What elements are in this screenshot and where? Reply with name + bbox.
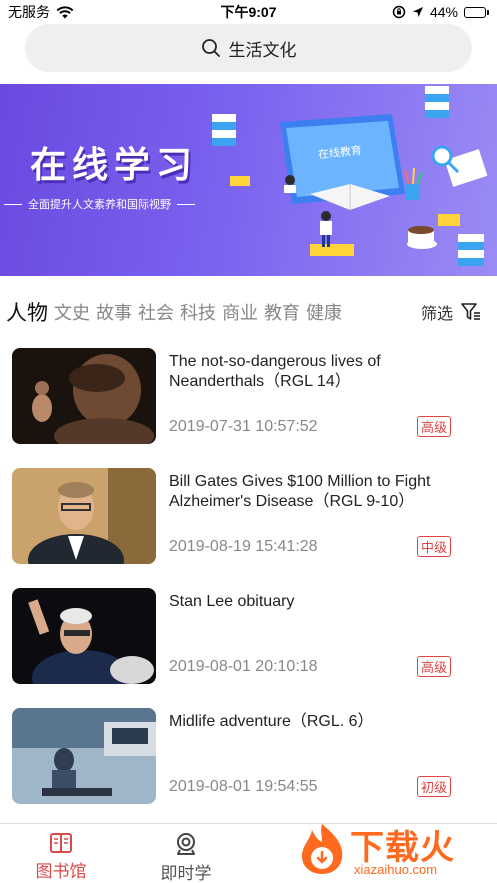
article-thumbnail (12, 588, 156, 684)
status-left: 无服务 (8, 2, 74, 22)
search-label: 生活文化 (228, 40, 297, 60)
location-arrow-icon (412, 7, 423, 17)
flame-logo-icon (302, 824, 343, 874)
tab-people[interactable]: 人物 (6, 297, 48, 327)
level-badge: 高级 (417, 656, 451, 677)
battery-percent: 44% (429, 4, 458, 20)
article-title: Bill Gates Gives $100 Million to Fight A… (169, 473, 431, 510)
watermark-url: xiazaihuo.com (354, 862, 438, 877)
article-thumbnail (12, 348, 156, 444)
yellow-block (230, 176, 250, 186)
tab-technology[interactable]: 科技 (180, 299, 216, 325)
orientation-lock-icon (392, 5, 406, 19)
wifi-icon (56, 5, 74, 18)
article-list: The not-so-dangerous lives of Neandertha… (0, 336, 497, 816)
article-title: Midlife adventure（RGL. 6） (169, 713, 374, 730)
banner-title: 在线学习 (30, 145, 199, 186)
book-stack-bottom-right (458, 234, 484, 266)
article-thumbnail (12, 708, 156, 804)
status-right: 44% (392, 4, 489, 20)
watermark-logo: 下载火 xiazaihuo.com (292, 818, 497, 883)
battery-icon (464, 6, 489, 18)
search-icon (201, 39, 220, 57)
category-tabs: 人物 文史 故事 社会 科技 商业 教育 健康 筛选 (0, 292, 497, 332)
filter-icon (461, 303, 480, 320)
article-date: 2019-08-01 20:10:18 (169, 658, 318, 675)
level-badge: 高级 (417, 416, 451, 437)
carrier-label: 无服务 (8, 4, 50, 20)
pencil-cup (404, 167, 423, 200)
book-stack-right (425, 86, 449, 118)
article-item[interactable]: Midlife adventure（RGL. 6） 2019-08-01 19:… (0, 696, 497, 816)
coffee-cup (407, 226, 437, 249)
article-item[interactable]: Bill Gates Gives $100 Million to Fight A… (0, 456, 497, 576)
tab-literature-history[interactable]: 文史 (54, 299, 90, 325)
level-badge: 中级 (417, 536, 451, 557)
yellow-block (310, 244, 354, 256)
tab-stories[interactable]: 故事 (96, 299, 132, 325)
teacher-figure (320, 211, 332, 247)
search-bar[interactable]: 生活文化 (25, 24, 472, 72)
tab-education[interactable]: 教育 (264, 299, 300, 325)
article-item[interactable]: The not-so-dangerous lives of Neandertha… (0, 336, 497, 456)
tab-society[interactable]: 社会 (138, 299, 174, 325)
article-thumbnail (12, 468, 156, 564)
article-date: 2019-08-19 15:41:28 (169, 538, 318, 555)
tabbar-instant-learning-label: 即时学 (160, 864, 212, 883)
banner-subtitle-row: 全面提升人文素养和国际视野 (4, 196, 195, 212)
book-stack-left (212, 114, 236, 146)
article-title: Stan Lee obituary (169, 593, 295, 610)
article-date: 2019-08-01 19:54:55 (169, 778, 318, 795)
promo-banner[interactable]: 在线学习 全面提升人文素养和国际视野 在线教育 (0, 84, 497, 276)
level-badge: 初级 (417, 776, 451, 797)
status-bar: 无服务 下午9:07 44% (0, 0, 497, 24)
tab-health[interactable]: 健康 (306, 299, 342, 325)
online-learning-illustration: 在线教育 (212, 86, 488, 266)
webcam-icon (177, 833, 195, 855)
article-title: The not-so-dangerous lives of Neandertha… (169, 353, 381, 390)
filter-button[interactable]: 筛选 (421, 300, 481, 324)
tabbar-instant-learning[interactable]: 即时学 (136, 832, 236, 883)
article-date: 2019-07-31 10:57:52 (169, 418, 318, 435)
article-item[interactable]: Stan Lee obituary 2019-08-01 20:10:18 高级 (0, 576, 497, 696)
book-icon (50, 833, 72, 853)
yellow-block (438, 214, 460, 226)
tabbar-library[interactable]: 图书馆 (11, 832, 111, 882)
tabbar-library-label: 图书馆 (35, 862, 87, 881)
filter-label: 筛选 (420, 306, 453, 323)
tab-business[interactable]: 商业 (222, 299, 258, 325)
banner-subtitle: 全面提升人文素养和国际视野 (28, 199, 171, 211)
